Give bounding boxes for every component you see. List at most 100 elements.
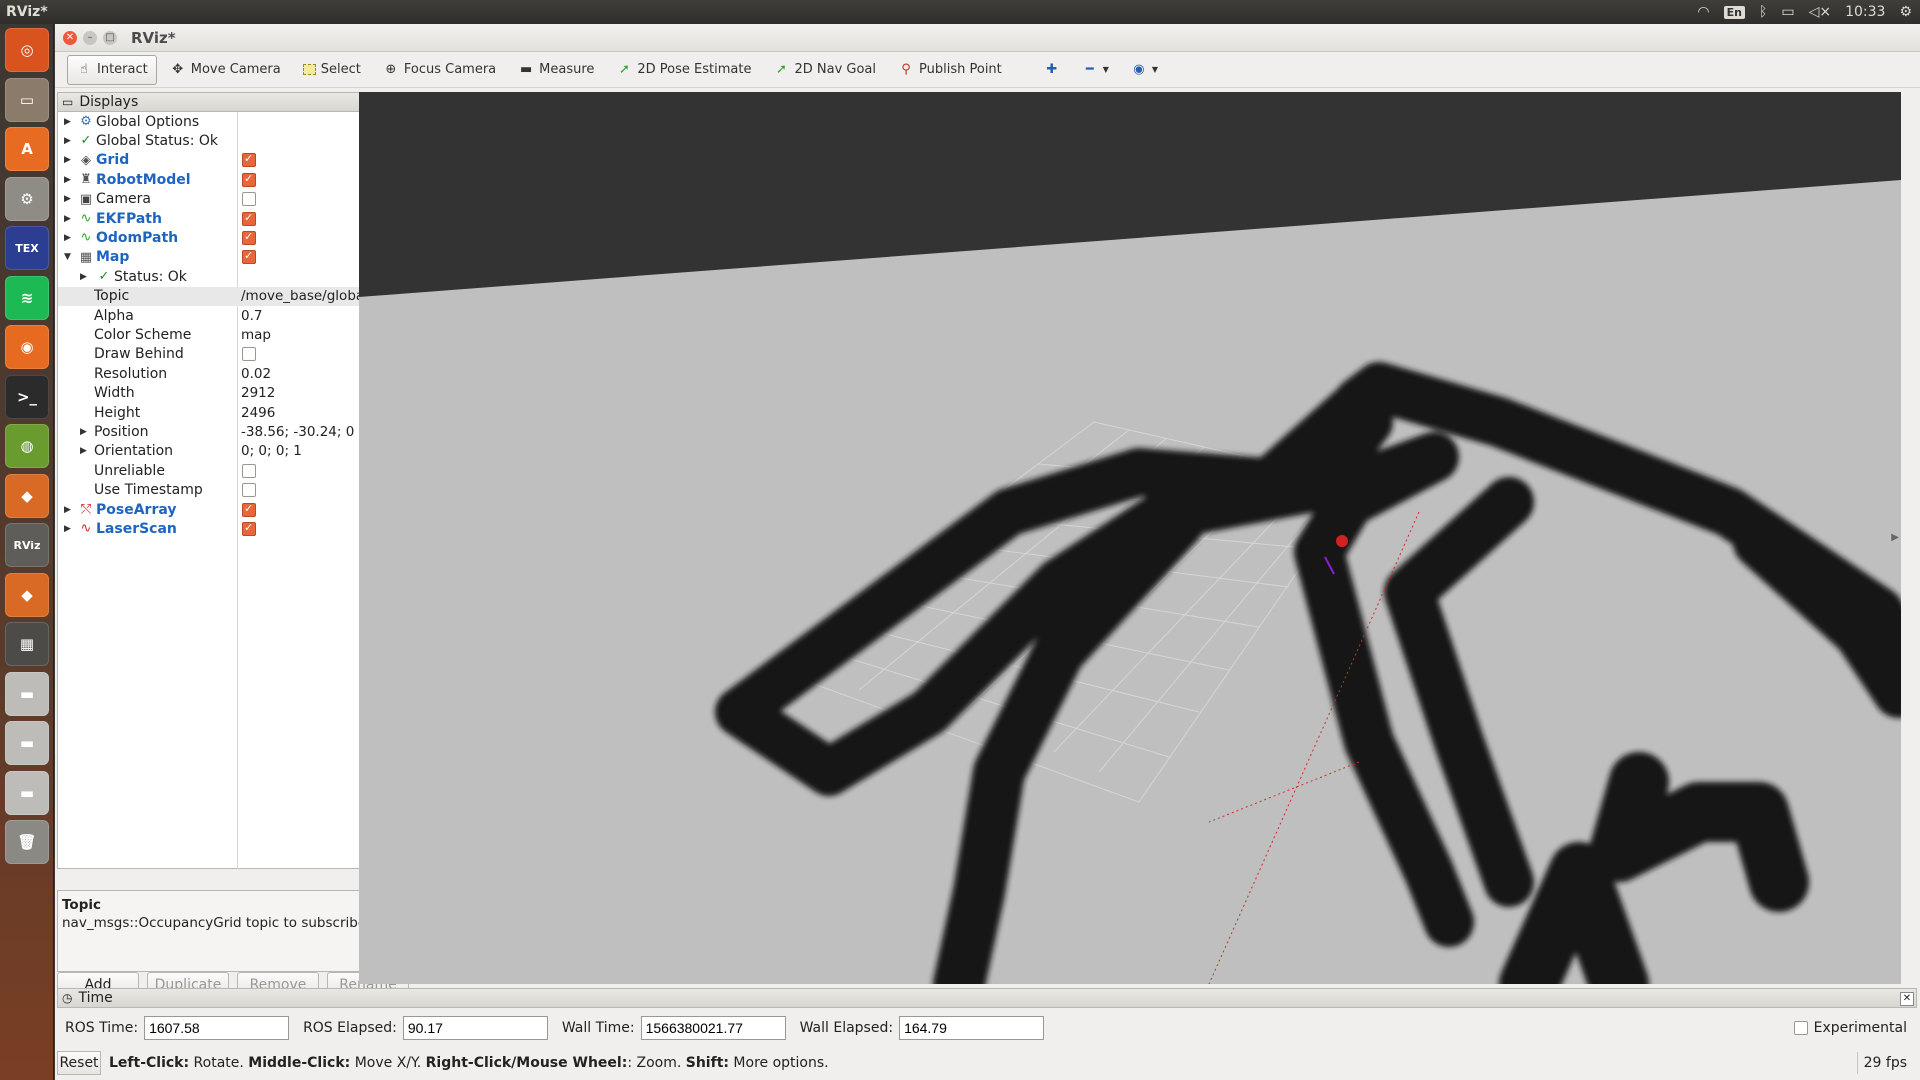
display-enable-checkbox[interactable]: [242, 463, 256, 478]
robotmodel-icon: ♜: [80, 172, 92, 188]
display-row-label: Topic: [94, 288, 130, 305]
terminal-icon[interactable]: >_: [5, 374, 49, 419]
volume-icon[interactable]: ◁×: [1809, 4, 1832, 20]
display-enable-checkbox[interactable]: [242, 192, 256, 207]
expand-right-icon[interactable]: ▶: [64, 214, 71, 224]
software-center-icon[interactable]: A: [5, 127, 49, 171]
expand-right-icon[interactable]: ▶: [64, 155, 71, 165]
map-icon: ▦: [79, 249, 93, 265]
green-arrow-icon: ➚: [618, 62, 630, 77]
display-enable-checkbox[interactable]: [242, 211, 256, 226]
display-enable-checkbox[interactable]: [242, 483, 256, 498]
expand-right-icon[interactable]: ▶: [80, 446, 87, 456]
select-tool-button[interactable]: Select: [294, 55, 370, 85]
expand-right-icon[interactable]: ▶: [64, 175, 71, 185]
box-app-icon[interactable]: ◆: [5, 473, 49, 518]
expand-right-icon[interactable]: ▶: [64, 505, 71, 515]
expand-down-icon[interactable]: ▼: [64, 252, 71, 262]
display-row-label: EKFPath: [96, 210, 162, 227]
battery-icon[interactable]: ▭: [1781, 4, 1794, 20]
spotify-icon[interactable]: ≋: [5, 275, 49, 320]
window-titlebar[interactable]: ✕ – □ RViz*: [55, 24, 1920, 52]
clock[interactable]: 10:33: [1845, 4, 1885, 20]
display-enable-checkbox[interactable]: [242, 347, 256, 362]
image-viewer-icon[interactable]: ◍: [5, 424, 49, 468]
texstudio-icon[interactable]: TEX: [5, 226, 49, 270]
drive-2-icon[interactable]: ▬: [5, 721, 49, 765]
ros-time-label: ROS Time:: [65, 1020, 139, 1036]
display-row-label: Global Status: Ok: [96, 132, 219, 149]
measure-tool-button[interactable]: ▬ Measure: [509, 55, 603, 85]
add-tool-button[interactable]: ✚: [1035, 55, 1069, 85]
trash-icon[interactable]: 🗑: [5, 820, 49, 864]
plus-icon: ✚: [1046, 62, 1058, 77]
posearray-icon: ⤲: [80, 502, 92, 517]
middle-click-key: Middle-Click:: [248, 1055, 351, 1071]
wall-time-label: Wall Time:: [561, 1020, 635, 1036]
display-enable-checkbox[interactable]: [242, 521, 256, 536]
active-app-title: RViz*: [6, 4, 48, 20]
interact-label: Interact: [97, 62, 148, 77]
close-window-icon[interactable]: ✕: [63, 30, 77, 45]
system-gear-icon[interactable]: ⚙: [1899, 4, 1912, 20]
workspace-switcher-icon[interactable]: ▦: [5, 622, 49, 666]
ekfpath-icon: ∿: [80, 211, 92, 226]
box-app-2-icon[interactable]: ◆: [5, 572, 49, 617]
expand-right-icon[interactable]: ▶: [64, 117, 71, 127]
pose-estimate-label: 2D Pose Estimate: [637, 62, 752, 77]
display-enable-checkbox[interactable]: [242, 249, 256, 265]
close-time-panel-icon[interactable]: ✕: [1900, 992, 1914, 1006]
display-enable-checkbox[interactable]: [242, 152, 256, 168]
wall-time-field[interactable]: [640, 1016, 786, 1040]
experimental-checkbox[interactable]: [1793, 1021, 1808, 1035]
status-bar: Reset Left-Click: Rotate. Middle-Click: …: [57, 1050, 1917, 1076]
display-enable-checkbox[interactable]: [242, 230, 256, 245]
ros-time-field[interactable]: [144, 1016, 290, 1040]
keyboard-layout-indicator[interactable]: En: [1723, 5, 1745, 19]
drive-3-icon[interactable]: ▬: [5, 770, 49, 815]
grid-icon: ◈: [81, 152, 91, 168]
move-camera-tool-button[interactable]: ✥ Move Camera: [161, 55, 290, 85]
green-goal-arrow-icon: ➚: [776, 62, 787, 77]
display-row-label: Resolution: [94, 365, 168, 382]
right-splitter-arrow-icon[interactable]: ▶: [1891, 532, 1899, 543]
laserscan-icon: ∿: [80, 521, 92, 537]
wall-elapsed-field[interactable]: [899, 1016, 1045, 1040]
drive-1-icon[interactable]: ▬: [5, 671, 49, 716]
display-enable-checkbox[interactable]: [242, 502, 256, 517]
select-label: Select: [320, 62, 361, 77]
focus-camera-tool-button[interactable]: ⊕ Focus Camera: [374, 55, 505, 85]
reset-button[interactable]: Reset: [57, 1051, 101, 1075]
maximize-window-icon[interactable]: □: [103, 30, 117, 45]
system-settings-icon[interactable]: ⚙: [5, 176, 49, 221]
rviz-icon[interactable]: RViz: [5, 523, 49, 567]
publish-point-tool-button[interactable]: ⚲ Publish Point: [889, 55, 1011, 85]
expand-right-icon[interactable]: ▶: [64, 233, 71, 243]
nav-goal-tool-button[interactable]: ➚ 2D Nav Goal: [764, 55, 885, 85]
render-3d-view[interactable]: ▶: [359, 92, 1901, 984]
expand-right-icon[interactable]: ▶: [64, 524, 71, 534]
interact-tool-button[interactable]: ☝ Interact: [67, 54, 157, 85]
minimize-window-icon[interactable]: –: [83, 30, 97, 45]
display-row-label: Unreliable: [94, 462, 165, 479]
display-row-label: Position: [94, 423, 149, 440]
expand-right-icon[interactable]: ▶: [64, 136, 71, 146]
display-row-label: Color Scheme: [94, 326, 192, 343]
expand-right-icon[interactable]: ▶: [80, 272, 87, 282]
remove-tool-dropdown[interactable]: ━ ▼: [1073, 55, 1118, 85]
experimental-toggle[interactable]: Experimental: [1793, 1020, 1907, 1036]
display-enable-checkbox[interactable]: [242, 172, 256, 187]
view-tool-dropdown[interactable]: ◉ ▼: [1122, 55, 1167, 85]
expand-right-icon[interactable]: ▶: [80, 427, 87, 437]
expand-right-icon[interactable]: ▶: [64, 194, 71, 204]
pose-estimate-tool-button[interactable]: ➚ 2D Pose Estimate: [607, 55, 760, 85]
select-box-icon: [302, 64, 316, 75]
wifi-icon[interactable]: ◠: [1697, 4, 1709, 20]
ubuntu-dash-icon[interactable]: ◎: [5, 28, 49, 72]
firefox-icon[interactable]: ◉: [5, 325, 49, 369]
display-row-label: PoseArray: [96, 501, 177, 518]
files-icon[interactable]: ▭: [5, 77, 49, 122]
ros-elapsed-field[interactable]: [402, 1016, 548, 1040]
bluetooth-icon[interactable]: ᛒ: [1759, 4, 1767, 20]
display-row-label: Width: [94, 385, 135, 402]
